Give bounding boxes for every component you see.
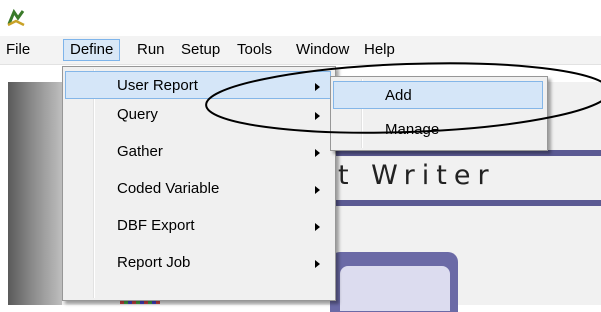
submenu-arrow-icon [315, 186, 320, 194]
submenu-arrow-icon [315, 223, 320, 231]
menu-tools[interactable]: Tools [231, 40, 278, 60]
menu-item-dbf-export[interactable]: DBF Export [65, 212, 331, 240]
submenu-arrow-icon [315, 260, 320, 268]
menu-define-label: Define [70, 41, 114, 58]
submenu-arrow-icon [315, 149, 320, 157]
menu-item-add[interactable]: Add [333, 81, 543, 109]
menu-window[interactable]: Window [290, 40, 355, 60]
background-banner-stripe-lower [330, 200, 601, 206]
menu-define[interactable]: Define [63, 39, 121, 61]
menu-run-label: Run [137, 41, 165, 58]
menu-setup-label: Setup [181, 41, 221, 58]
menu-item-report-job[interactable]: Report Job [65, 249, 331, 277]
menu-help[interactable]: Help [358, 40, 401, 60]
menu-item-user-report[interactable]: User Report [65, 71, 331, 99]
menu-window-label: Window [296, 41, 350, 58]
menu-setup[interactable]: Setup [175, 40, 226, 60]
menu-run[interactable]: Run [131, 40, 171, 60]
menu-help-label: Help [364, 41, 395, 58]
menu-item-label: Report Job [117, 254, 191, 271]
menu-item-label: User Report [117, 77, 198, 94]
menu-item-label: DBF Export [117, 217, 195, 234]
background-side-panel [8, 82, 68, 305]
menu-bar: File Define Run Setup Tools Window Help [0, 36, 601, 65]
background-title: t Writer [338, 160, 496, 191]
window-title-bar [0, 0, 601, 36]
menu-tools-label: Tools [237, 41, 273, 58]
submenu-arrow-icon [315, 112, 320, 120]
app-icon [7, 8, 25, 27]
background-card-inner [340, 266, 450, 311]
menu-item-label: Gather [117, 143, 163, 160]
menu-file-label: File [6, 41, 31, 58]
menu-file[interactable]: File [0, 40, 36, 60]
define-dropdown-menu: User Report Query Gather Coded Variable … [62, 66, 336, 301]
menu-item-label: Coded Variable [117, 180, 220, 197]
menu-item-label: Query [117, 106, 158, 123]
user-report-submenu: Add Manage [330, 76, 548, 151]
menu-item-manage[interactable]: Manage [333, 116, 543, 144]
submenu-arrow-icon [315, 83, 320, 91]
menu-item-label: Manage [385, 121, 440, 138]
menu-item-coded-variable[interactable]: Coded Variable [65, 175, 331, 203]
menu-item-query[interactable]: Query [65, 101, 331, 129]
menu-item-label: Add [385, 87, 412, 104]
menu-item-gather[interactable]: Gather [65, 138, 331, 166]
